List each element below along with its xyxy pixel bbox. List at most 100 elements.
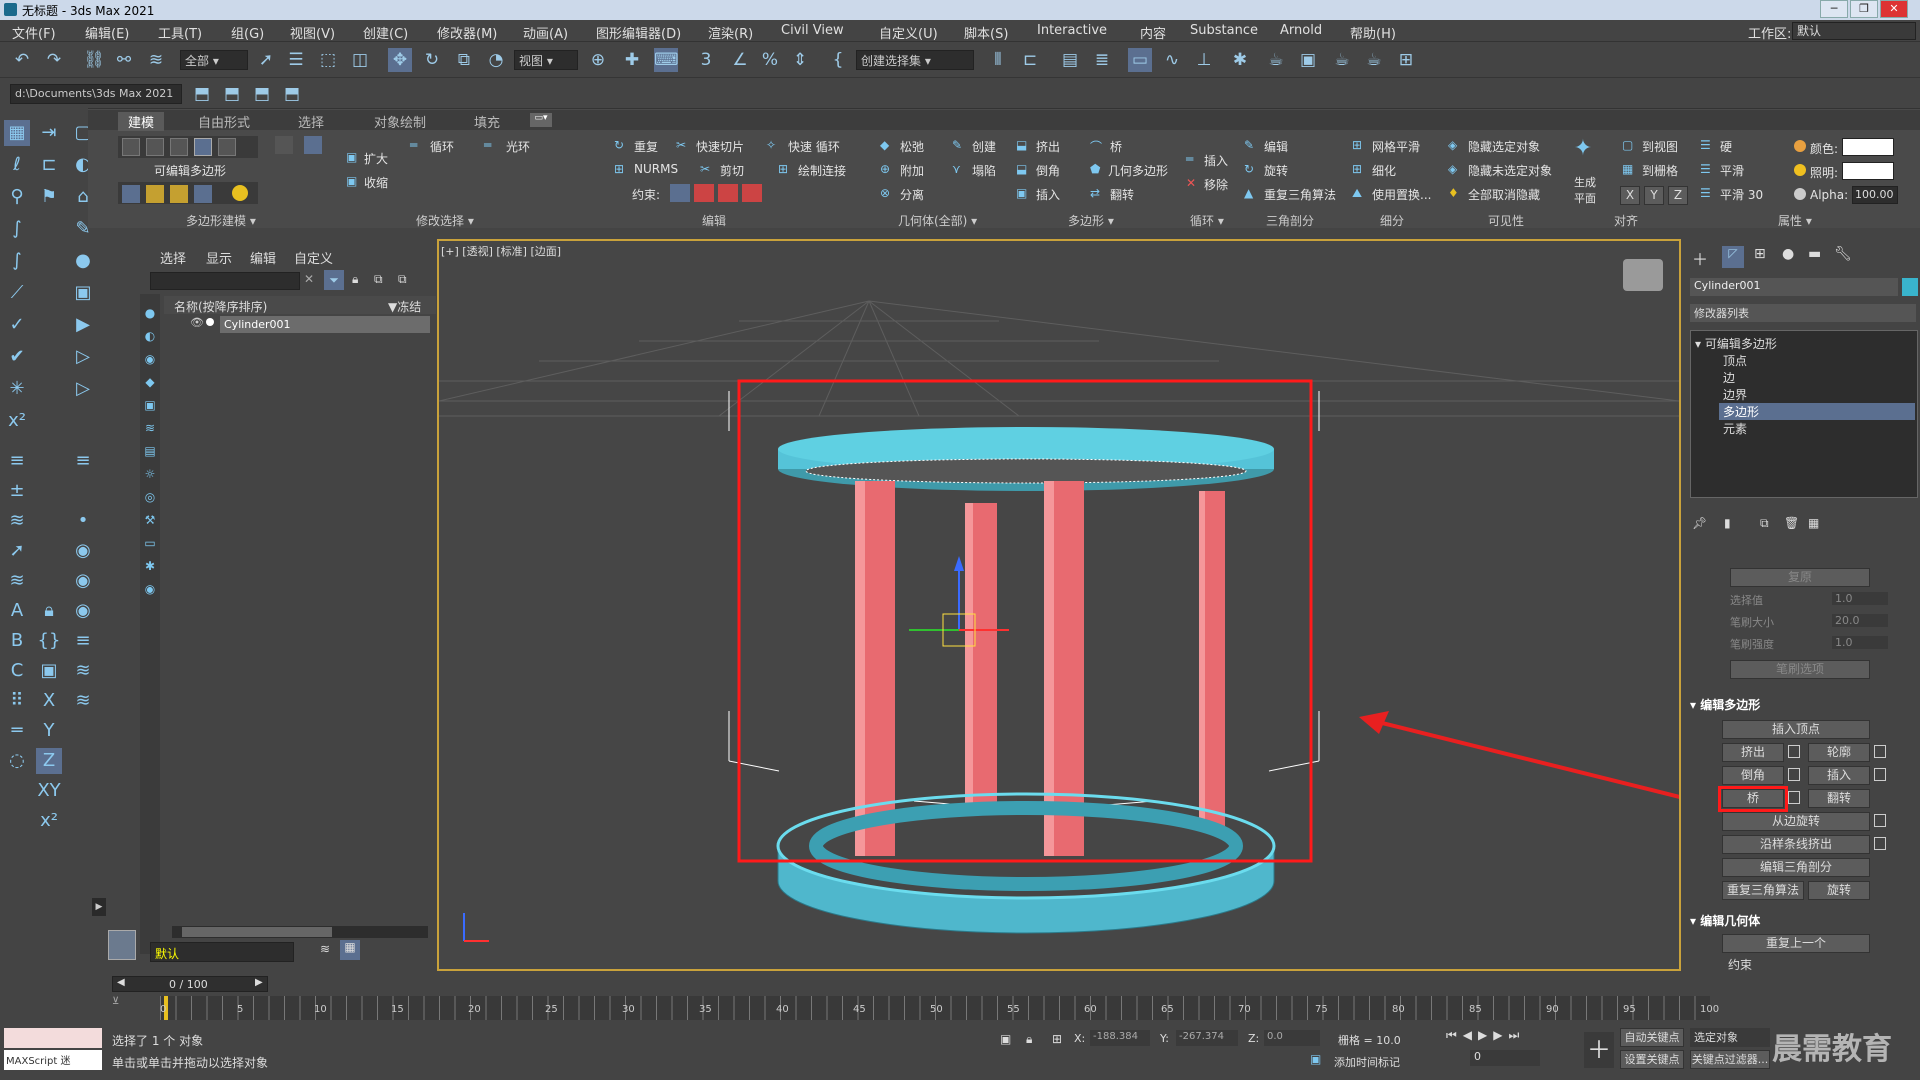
render-setup-icon[interactable]: ☕: [1264, 48, 1288, 72]
displacement-icon[interactable]: ⛰: [1352, 186, 1362, 201]
geopoly-icon[interactable]: ⬟: [1090, 162, 1100, 176]
soft-row2-value[interactable]: 20.0: [1832, 614, 1888, 627]
selection-lock-icon[interactable]: 🔒︎: [1026, 1032, 1032, 1047]
text-c-tool-icon[interactable]: C: [4, 658, 30, 684]
hard-icon[interactable]: ☰: [1700, 138, 1711, 152]
inset-icon[interactable]: ▣: [1016, 186, 1027, 200]
close-button[interactable]: ✕: [1880, 0, 1908, 18]
ring-icon[interactable]: ═: [484, 138, 491, 152]
inset-settings-icon[interactable]: [1874, 768, 1886, 781]
geopoly-label[interactable]: 几何多边形: [1108, 162, 1168, 179]
constraint-edge-icon[interactable]: [694, 184, 714, 202]
edge-mode-icon[interactable]: [146, 138, 164, 156]
utilities-panel-icon[interactable]: 🔧︎: [1834, 246, 1852, 262]
scene-hscroll-thumb[interactable]: [182, 927, 332, 937]
text-b-tool-icon[interactable]: B: [4, 628, 30, 654]
scene-search-input[interactable]: [150, 272, 300, 290]
smooth30-label[interactable]: 平滑 30: [1720, 186, 1763, 203]
circle3-tool-icon[interactable]: ◉: [70, 598, 96, 624]
hide-selected-icon[interactable]: ◈: [1448, 138, 1457, 152]
tab-object-paint[interactable]: 对象绘制: [374, 112, 426, 131]
stack-item-border[interactable]: 边界: [1723, 386, 1747, 403]
rect-selection-icon[interactable]: ⬚: [316, 48, 340, 72]
turn-label[interactable]: 旋转: [1264, 162, 1288, 179]
pick-tool-icon[interactable]: ⚲: [4, 184, 30, 210]
group-properties[interactable]: 属性 ▾: [1778, 212, 1812, 229]
project-open-icon[interactable]: ⬒: [250, 82, 274, 106]
ring-label[interactable]: 光环: [506, 138, 530, 155]
stack2-tool-icon[interactable]: ≋: [4, 568, 30, 594]
select-by-name-icon[interactable]: ☰: [284, 48, 308, 72]
constraint-normal-icon[interactable]: [742, 184, 762, 202]
viewport-layout-icon[interactable]: [108, 930, 136, 960]
schematic-view-icon[interactable]: ⊥: [1192, 48, 1216, 72]
clear-search-icon[interactable]: ✕: [304, 272, 314, 286]
border-mode-icon[interactable]: [170, 138, 188, 156]
lasso-tool-icon[interactable]: ℓ: [4, 152, 30, 178]
freeze-column-label[interactable]: ▼冻结: [388, 298, 421, 315]
hierarchy-panel-icon[interactable]: ⊞: [1754, 246, 1766, 262]
dotted-circle-icon[interactable]: ◌: [4, 748, 30, 774]
shrink-icon[interactable]: ▣: [346, 174, 357, 188]
mirror-icon[interactable]: ⫴: [986, 48, 1010, 72]
name-column-label[interactable]: 名称(按降序排序): [174, 298, 267, 315]
attach-label[interactable]: 附加: [900, 162, 924, 179]
object-color-swatch[interactable]: [1902, 278, 1918, 296]
display-panel-icon[interactable]: ▬: [1808, 246, 1821, 262]
to-view-icon[interactable]: ▢: [1622, 138, 1633, 152]
display-tool-icon[interactable]: ▣: [70, 280, 96, 306]
constraint-none-icon[interactable]: [670, 184, 690, 202]
vertex-tool-icon[interactable]: ✓: [4, 312, 30, 338]
minimize-button[interactable]: ─: [1820, 0, 1848, 18]
maximize-button[interactable]: ❐: [1850, 0, 1878, 18]
repeat-last-button[interactable]: 重复上一个: [1722, 934, 1870, 953]
absolute-mode-icon[interactable]: ⊞: [1052, 1032, 1062, 1046]
prev-frame-icon[interactable]: ◀: [117, 977, 125, 988]
soft-row1-value[interactable]: 1.0: [1832, 592, 1888, 605]
visibility-eye-icon[interactable]: 👁︎: [190, 316, 204, 329]
add-tool-icon[interactable]: ±: [4, 478, 30, 504]
paint-tool-icon[interactable]: ⚑: [36, 184, 62, 210]
tab-freeform[interactable]: 自由形式: [198, 112, 250, 131]
extrude-label[interactable]: 挤出: [1036, 138, 1060, 155]
undo-icon[interactable]: ↶: [10, 48, 34, 72]
object-name-field[interactable]: Cylinder001: [1690, 278, 1898, 296]
align-tool-icon[interactable]: ⊏: [36, 152, 62, 178]
pin-stack-icon[interactable]: 📌︎: [1692, 516, 1707, 530]
make-planar-label[interactable]: 生成平面: [1570, 174, 1600, 206]
ref-coord-dropdown[interactable]: 视图 ▾: [514, 50, 578, 70]
soft-row3-value[interactable]: 1.0: [1832, 636, 1888, 649]
stack5-tool-icon[interactable]: ≋: [70, 688, 96, 714]
grow-icon[interactable]: ▣: [346, 150, 357, 164]
meshsmooth-icon[interactable]: ⊞: [1352, 138, 1362, 152]
axis-y-icon[interactable]: Y: [36, 718, 62, 744]
nurms-label[interactable]: NURMS: [634, 162, 678, 176]
loop-label[interactable]: 循环: [430, 138, 454, 155]
menu-group[interactable]: 组(G): [231, 23, 264, 42]
bevel-settings-icon[interactable]: [1788, 768, 1800, 781]
grow-label[interactable]: 扩大: [364, 150, 388, 167]
selection-filter-dropdown[interactable]: 全部 ▾: [180, 50, 248, 70]
turn-button[interactable]: 旋转: [1808, 881, 1870, 900]
create-panel-icon[interactable]: ＋: [1692, 246, 1708, 270]
viewport-label[interactable]: [+] [透视] [标准] [边面]: [441, 243, 561, 259]
layer-stack-icon[interactable]: ≋: [320, 942, 330, 956]
spinner-snap-icon[interactable]: ⇕: [788, 48, 812, 72]
hide-selected-label[interactable]: 隐藏选定对象: [1468, 138, 1540, 155]
scene-tab-display[interactable]: 显示: [206, 248, 232, 267]
select-tool-icon[interactable]: ▦: [4, 120, 30, 146]
layers-icon[interactable]: ⧉: [398, 272, 407, 287]
stack-item-editable-poly[interactable]: ▾ 可编辑多边形: [1695, 335, 1911, 352]
swiftloop-label[interactable]: 快速 循环: [788, 138, 840, 155]
rendered-frame-icon[interactable]: ▣: [1296, 48, 1320, 72]
menu-create[interactable]: 创建(C): [363, 23, 408, 42]
cut-icon[interactable]: ✂: [700, 162, 710, 176]
snaps-toggle-icon[interactable]: 3: [694, 48, 718, 72]
ribbon-options-icon[interactable]: ▭▾: [530, 113, 552, 127]
add-time-tag-label[interactable]: 添加时间标记: [1334, 1054, 1400, 1070]
menu-interactive[interactable]: Interactive: [1037, 23, 1107, 38]
named-selection-dropdown[interactable]: 创建选择集 ▾: [856, 50, 974, 70]
edit-tri-label[interactable]: 编辑: [1264, 138, 1288, 155]
filter-icons[interactable]: ● ◐ ◉ ◆ ▣ ≋ ▤ ☼ ◎ ⚒ ▭ ✱ ◉: [143, 302, 157, 601]
play-tool-icon[interactable]: ▷: [70, 344, 96, 370]
